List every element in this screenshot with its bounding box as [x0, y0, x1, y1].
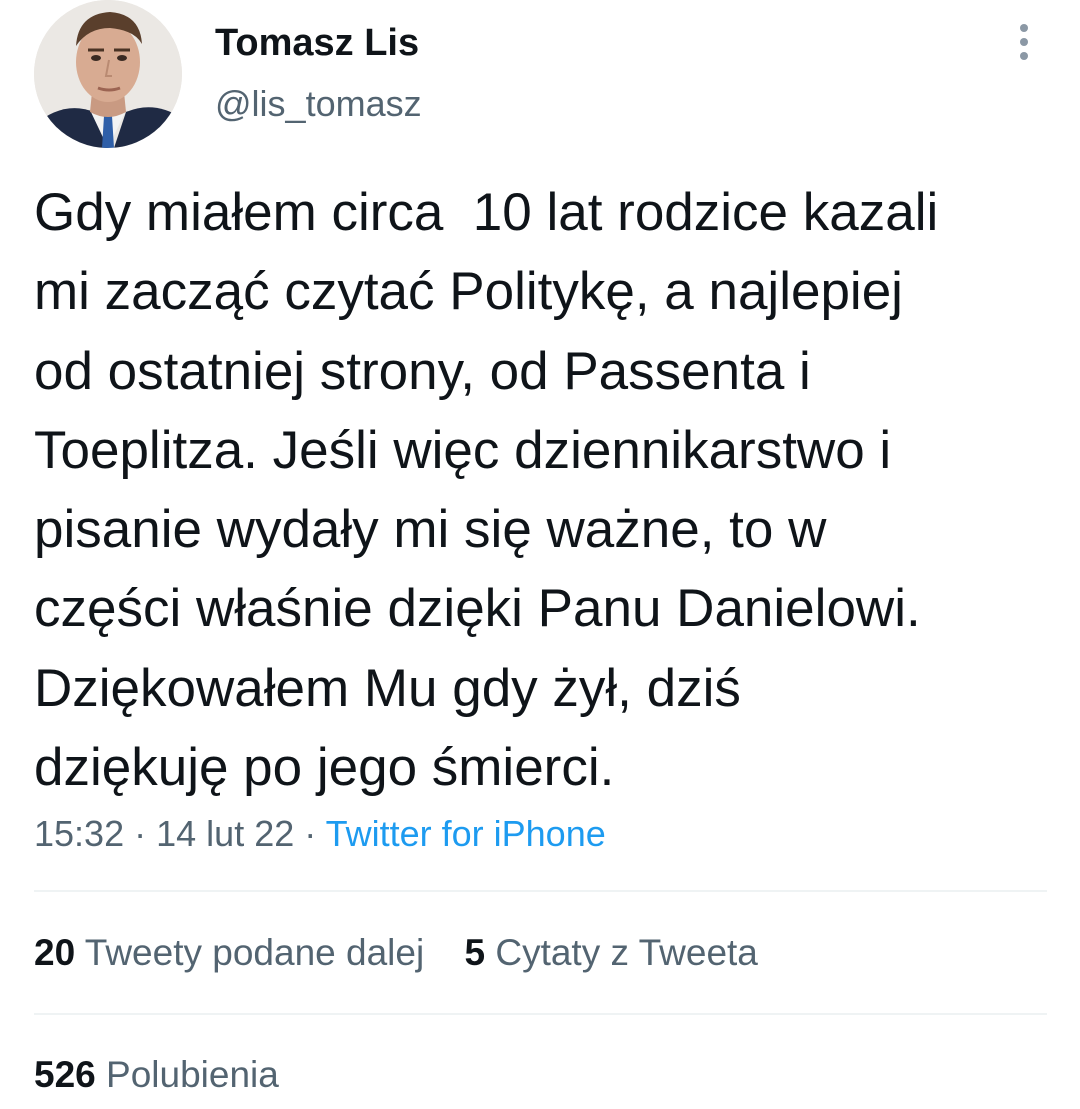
retweets-label: Tweety podane dalej: [84, 932, 425, 973]
quotes-stat[interactable]: 5 Cytaty z Tweeta: [464, 930, 757, 976]
tweet-date[interactable]: 14 lut 22: [156, 813, 294, 854]
likes-stat[interactable]: 526 Polubienia: [34, 1052, 279, 1098]
more-vertical-icon: [1020, 24, 1028, 60]
tweet-source-link[interactable]: Twitter for iPhone: [326, 813, 606, 854]
author-handle[interactable]: @lis_tomasz: [215, 82, 422, 126]
likes-label: Polubienia: [106, 1054, 279, 1095]
likes-count: 526: [34, 1054, 96, 1095]
quotes-count: 5: [464, 932, 486, 973]
retweets-stat[interactable]: 20 Tweety podane dalej: [34, 930, 424, 976]
quotes-label: Cytaty z Tweeta: [495, 932, 758, 973]
author-name[interactable]: Tomasz Lis: [215, 20, 419, 66]
avatar[interactable]: [34, 0, 182, 148]
share-stats-row: 20 Tweety podane dalej 5 Cytaty z Tweeta: [34, 930, 758, 976]
tweet-time[interactable]: 15:32: [34, 813, 124, 854]
retweets-count: 20: [34, 932, 76, 973]
more-options-button[interactable]: [1000, 16, 1048, 68]
tweet-detail: Tomasz Lis @lis_tomasz Gdy miałem circa …: [0, 0, 1080, 1109]
tweet-text: Gdy miałem circa 10 lat rodzice kazali m…: [34, 183, 939, 798]
meta-separator: ·: [304, 813, 317, 854]
likes-stats-row: 526 Polubienia: [34, 1052, 279, 1098]
divider: [34, 890, 1047, 892]
tweet-metadata: 15:32 · 14 lut 22 · Twitter for iPhone: [34, 811, 606, 857]
avatar-image: [34, 0, 182, 148]
meta-separator: ·: [134, 813, 147, 854]
divider: [34, 1013, 1047, 1015]
